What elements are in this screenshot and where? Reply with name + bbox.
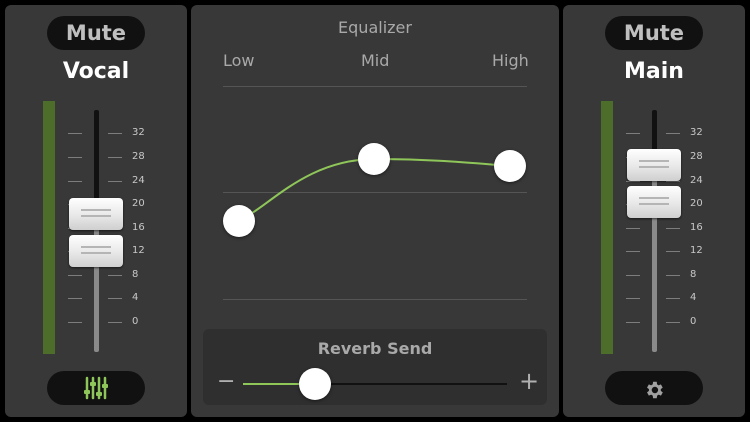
gear-icon <box>643 377 665 399</box>
main-fader-knob-lower[interactable] <box>627 186 681 218</box>
scale-label: 32 <box>690 127 703 138</box>
scale-label: 28 <box>132 151 145 162</box>
scale-label: 24 <box>690 175 703 186</box>
reverb-increase-button[interactable]: + <box>519 367 539 395</box>
eq-mid-handle[interactable] <box>358 143 390 175</box>
vocal-fader-knob-lower[interactable] <box>69 235 123 267</box>
scale-label: 0 <box>132 316 139 327</box>
mixer-sliders-icon <box>83 376 109 400</box>
reverb-slider-handle[interactable] <box>299 368 331 400</box>
vocal-settings-button[interactable] <box>47 371 145 405</box>
main-channel-strip: Mute Main 32 28 24 20 16 12 8 4 0 <box>563 5 745 417</box>
scale-label: 28 <box>690 151 703 162</box>
eq-high-handle[interactable] <box>494 150 526 182</box>
main-channel-title: Main <box>624 59 684 84</box>
vocal-level-meter <box>43 101 55 354</box>
scale-label: 4 <box>690 292 697 303</box>
scale-label: 20 <box>690 198 703 209</box>
main-level-meter <box>601 101 613 354</box>
scale-label: 0 <box>690 316 697 327</box>
scale-label: 16 <box>132 222 145 233</box>
scale-label: 12 <box>690 245 703 256</box>
scale-label: 8 <box>690 269 697 280</box>
scale-label: 24 <box>132 175 145 186</box>
scale-label: 16 <box>690 222 703 233</box>
vocal-fader-knob-upper[interactable] <box>69 198 123 230</box>
main-mute-button[interactable]: Mute <box>605 16 703 50</box>
vocal-channel-strip: Mute Vocal 32 28 24 20 16 12 8 4 0 <box>5 5 187 417</box>
vocal-mute-button[interactable]: Mute <box>47 16 145 50</box>
eq-low-handle[interactable] <box>223 205 255 237</box>
vocal-fader-track[interactable] <box>94 110 99 352</box>
reverb-send-section: Reverb Send − + <box>203 329 547 405</box>
scale-label: 4 <box>132 292 139 303</box>
reverb-send-title: Reverb Send <box>317 339 433 358</box>
vocal-channel-title: Vocal <box>62 59 130 84</box>
main-fader-track[interactable] <box>652 110 657 352</box>
scale-label: 32 <box>132 127 145 138</box>
main-settings-button[interactable] <box>605 371 703 405</box>
scale-label: 8 <box>132 269 139 280</box>
reverb-decrease-button[interactable]: − <box>217 369 235 394</box>
scale-label: 20 <box>132 198 145 209</box>
main-fader-knob-upper[interactable] <box>627 149 681 181</box>
scale-label: 12 <box>132 245 145 256</box>
equalizer-panel: Equalizer Low Mid High Reverb Send − + <box>191 5 559 417</box>
